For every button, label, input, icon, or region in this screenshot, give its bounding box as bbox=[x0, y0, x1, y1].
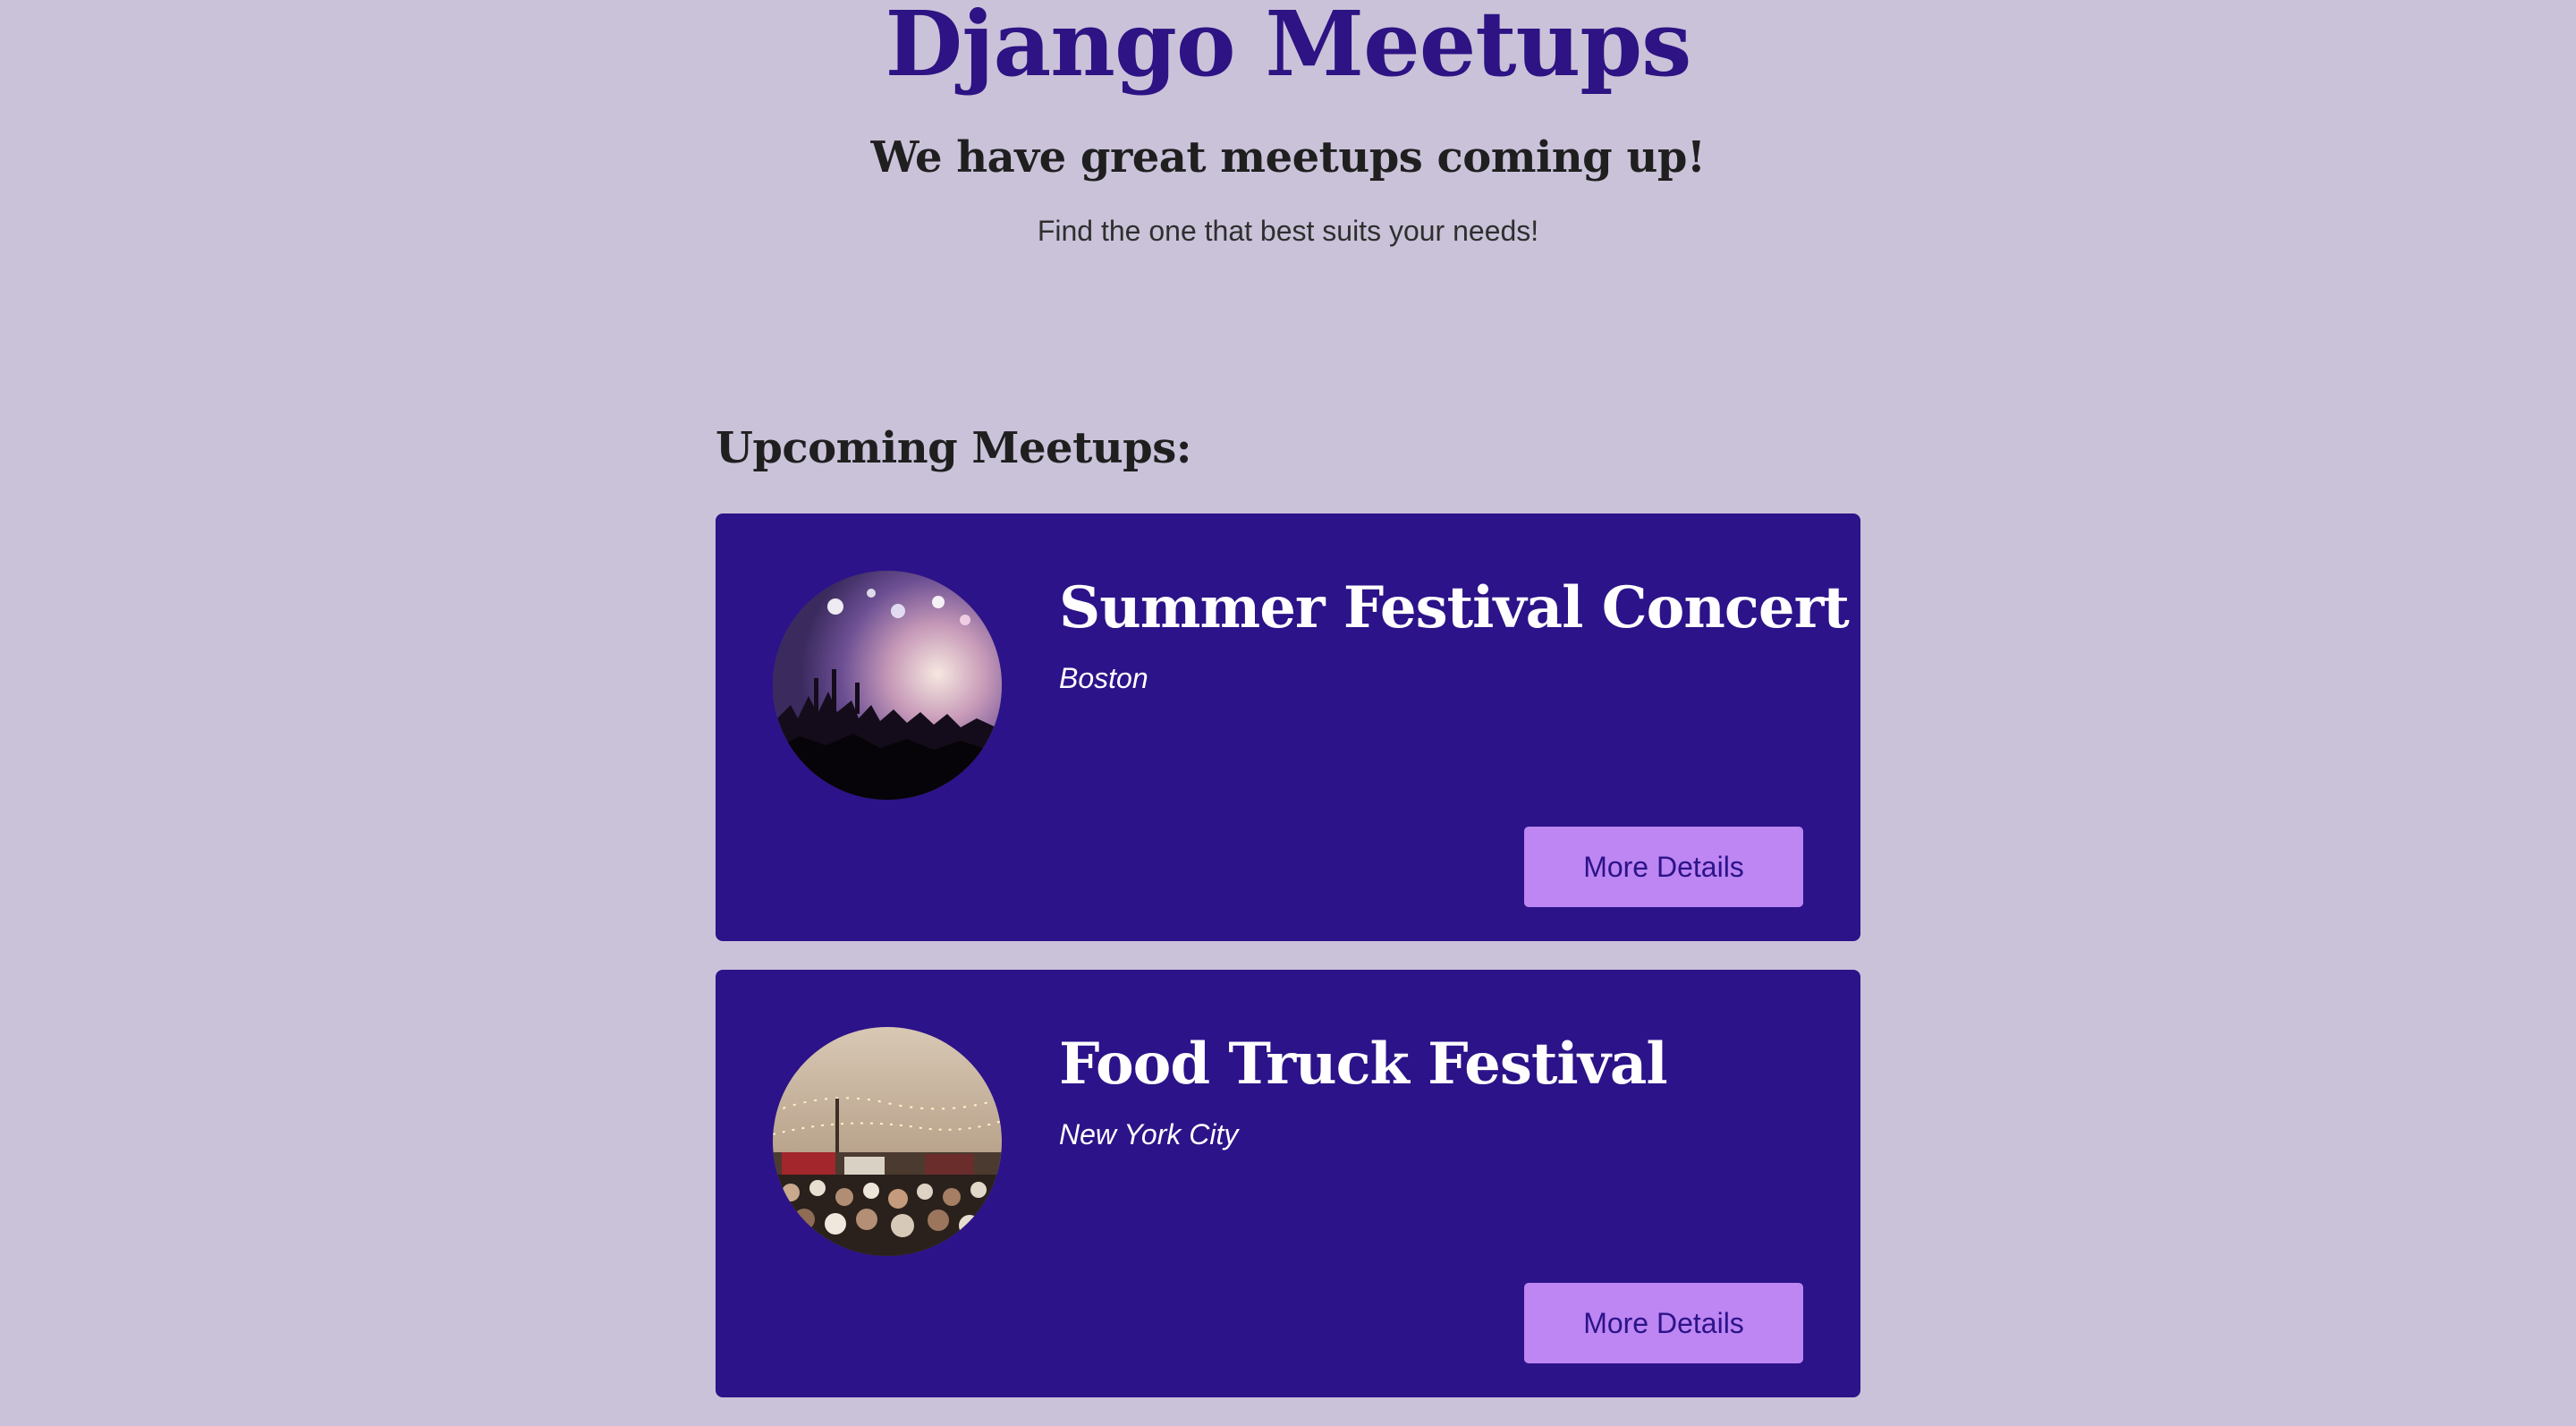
site-title: Django Meetups bbox=[885, 0, 1692, 97]
meetup-list: Summer Festival Concert Boston More Deta… bbox=[716, 514, 1860, 1426]
subtagline: Find the one that best suits your needs! bbox=[1037, 215, 1539, 247]
meetup-card: Food Truck Festival New York City More D… bbox=[716, 970, 1860, 1397]
meetup-location: New York City bbox=[1059, 1118, 1239, 1150]
meetup-title: Food Truck Festival bbox=[1059, 1031, 1668, 1098]
tagline: We have great meetups coming up! bbox=[870, 132, 1706, 182]
meetup-title: Summer Festival Concert bbox=[1059, 574, 1850, 641]
meetup-location: Boston bbox=[1059, 662, 1148, 694]
more-details-button[interactable]: More Details bbox=[1524, 827, 1803, 907]
more-details-button[interactable]: More Details bbox=[1524, 1283, 1803, 1363]
meetup-card: Summer Festival Concert Boston More Deta… bbox=[716, 514, 1860, 941]
upcoming-meetups-heading: Upcoming Meetups: bbox=[716, 423, 1191, 473]
concert-crowd-image bbox=[773, 571, 1002, 800]
food-truck-crowd-image bbox=[773, 1027, 1002, 1256]
